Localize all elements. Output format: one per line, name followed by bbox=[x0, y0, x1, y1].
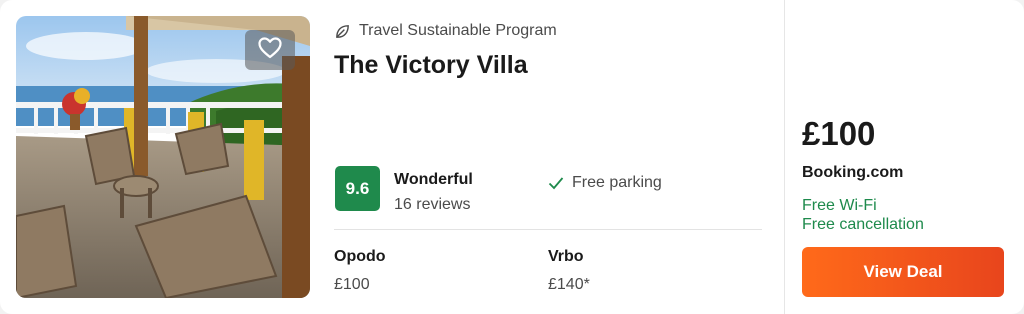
amenity-label: Free parking bbox=[572, 174, 662, 191]
provider-name: Opodo bbox=[334, 248, 386, 265]
eco-program-label: Travel Sustainable Program bbox=[334, 22, 557, 40]
hotel-details: Travel Sustainable Program The Victory V… bbox=[334, 16, 762, 298]
favorite-button[interactable] bbox=[245, 30, 295, 70]
rating-score-badge: 9.6 bbox=[335, 166, 380, 211]
deal-perk: Free cancellation bbox=[802, 216, 924, 233]
check-icon bbox=[548, 176, 564, 190]
amenity-item: Free parking bbox=[548, 174, 662, 192]
deal-provider: Booking.com bbox=[802, 164, 904, 181]
deal-price: £100 bbox=[802, 115, 876, 152]
provider-price: £140* bbox=[548, 276, 590, 293]
rating-label: Wonderful bbox=[394, 171, 473, 188]
provider-name: Vrbo bbox=[548, 248, 584, 265]
divider bbox=[334, 229, 762, 230]
provider-price: £100 bbox=[334, 276, 370, 293]
hotel-name-link[interactable]: The Victory Villa bbox=[334, 51, 528, 80]
heart-icon bbox=[257, 36, 283, 65]
deal-perk: Free Wi-Fi bbox=[802, 197, 877, 214]
leaf-icon bbox=[334, 23, 351, 40]
hotel-result-card: Travel Sustainable Program The Victory V… bbox=[0, 0, 1024, 314]
view-deal-button[interactable]: View Deal bbox=[802, 247, 1004, 297]
provider-price-vrbo[interactable]: Vrbo £140* bbox=[548, 248, 590, 294]
provider-price-opodo[interactable]: Opodo £100 bbox=[334, 248, 386, 294]
review-count[interactable]: 16 reviews bbox=[394, 196, 470, 214]
eco-program-text: Travel Sustainable Program bbox=[359, 22, 557, 39]
deal-panel: £100 Booking.com Free Wi-Fi Free cancell… bbox=[802, 0, 1006, 314]
divider bbox=[784, 0, 785, 314]
